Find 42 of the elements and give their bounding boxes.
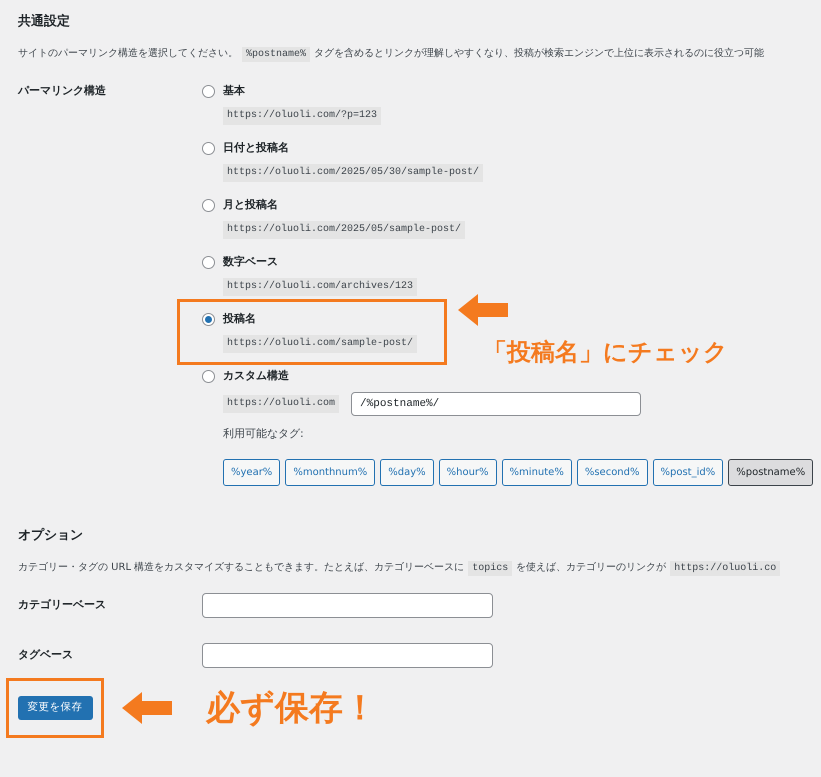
url-example: https://oluoli.com/?p=123 — [223, 107, 382, 125]
option-label: 基本 — [223, 82, 245, 99]
arrow-icon — [456, 292, 510, 328]
url-example: https://oluoli.com/2025/05/30/sample-post/ — [223, 164, 484, 182]
tag-button[interactable]: %day% — [380, 458, 434, 486]
option-label: カスタム構造 — [223, 368, 289, 384]
url-example: https://oluoli.com/2025/05/sample-post/ — [223, 221, 466, 239]
field-label: タグベース — [18, 646, 74, 663]
option-label: 月と投稿名 — [223, 196, 278, 213]
field-label: パーマリンク構造 — [18, 83, 107, 99]
tag-button[interactable]: %hour% — [438, 458, 497, 486]
tag-button[interactable]: %minute% — [502, 458, 572, 486]
custom-structure-input[interactable]: /%postname%/ — [351, 392, 642, 416]
field-label: カテゴリーベース — [18, 596, 107, 613]
arrow-icon — [120, 690, 174, 726]
url-example: https://oluoli.com/archives/123 — [223, 278, 418, 296]
text-input[interactable] — [202, 592, 493, 618]
tag-button[interactable]: %year% — [223, 458, 280, 486]
section-heading: 共通設定 — [18, 12, 71, 31]
radio-button[interactable] — [202, 198, 215, 212]
url-example: https://oluoli.com — [223, 395, 340, 413]
option-label: 数字ベース — [223, 254, 278, 270]
tag-button[interactable]: %postname% — [728, 458, 814, 486]
option-label: 投稿名 — [223, 310, 256, 327]
description-text: サイトのパーマリンク構造を選択してください。 %postname% タグを含めるとリンクが理解しやすくなり、投稿が検索エンジンで上位に表示されるのに役立つ可能 — [18, 46, 764, 64]
section-heading: オプション — [18, 526, 84, 544]
save-button[interactable]: 変更を保存 — [18, 696, 92, 720]
radio-button[interactable] — [202, 370, 215, 382]
radio-button[interactable] — [202, 84, 215, 98]
tags-label: 利用可能なタグ: — [223, 426, 305, 442]
annotation-text: 「投稿名」にチェック — [483, 337, 728, 368]
option-label: 日付と投稿名 — [223, 140, 289, 156]
annotation-text: 必ず保存！ — [206, 688, 377, 728]
radio-button[interactable] — [202, 256, 215, 268]
tag-button[interactable]: %monthnum% — [285, 458, 376, 486]
tag-button[interactable]: %second% — [576, 458, 648, 486]
radio-button[interactable] — [202, 312, 215, 326]
radio-button[interactable] — [202, 142, 215, 154]
tag-button[interactable]: %post_id% — [652, 458, 724, 486]
description-text: カテゴリー・タグの URL 構造をカスタマイズすることもできます。たとえば、カテゴリーベースに topics を使えば、カテゴリーのリンクが https://oluoli.co — [18, 558, 784, 578]
url-example: https://oluoli.com/sample-post/ — [223, 335, 418, 353]
text-input[interactable] — [202, 642, 493, 668]
